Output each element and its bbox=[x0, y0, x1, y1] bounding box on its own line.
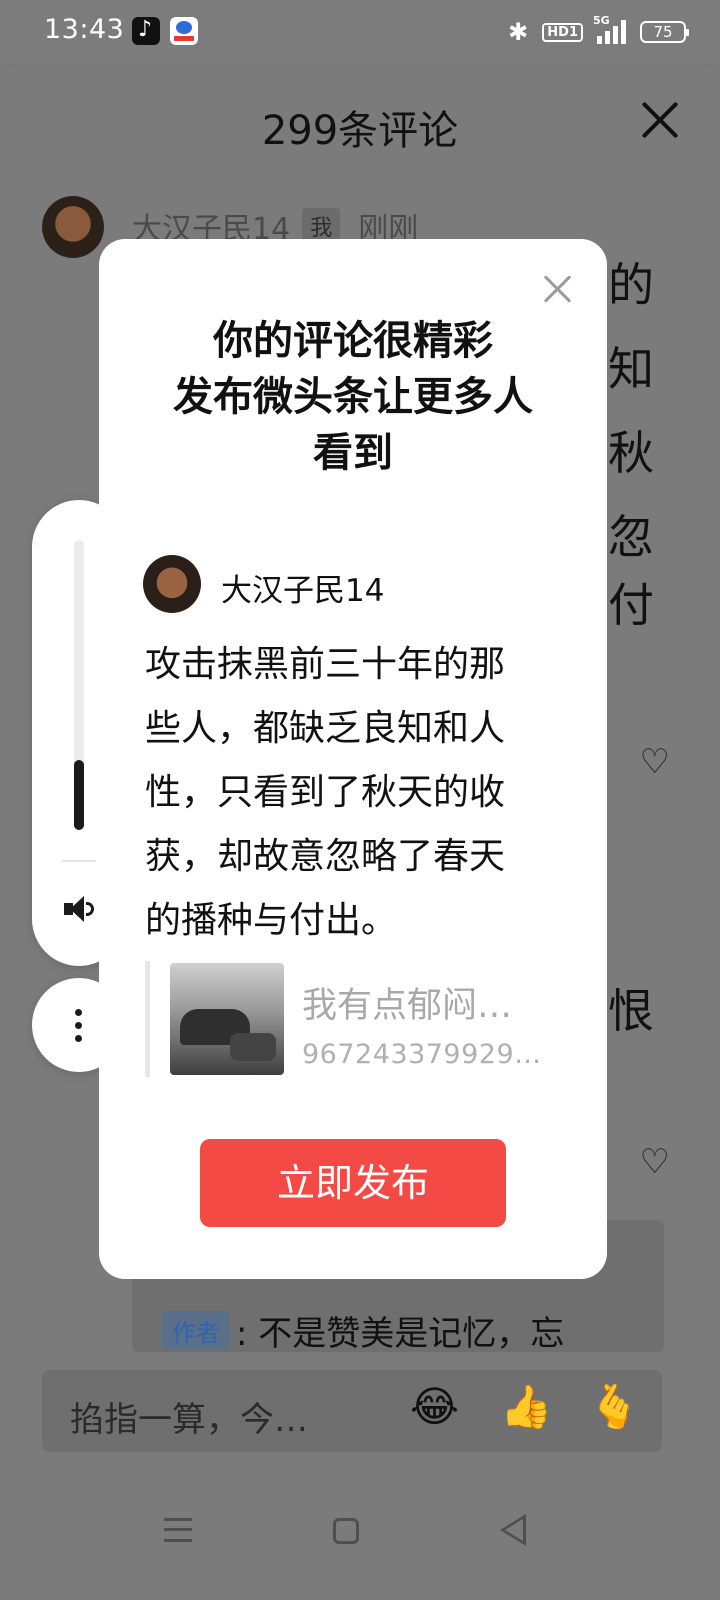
close-icon[interactable] bbox=[543, 275, 571, 303]
article-id: 967243379929… bbox=[302, 1039, 542, 1070]
broken-heart-icon[interactable]: ♡ bbox=[640, 742, 670, 782]
bluetooth-icon: ✱ bbox=[508, 18, 529, 46]
publish-modal: 你的评论很精彩 发布微头条让更多人 看到 大汉子民14 攻击抹黑前三十年的那 些… bbox=[99, 239, 607, 1279]
status-bar: 13:43 ✱ HD1 5G 75 bbox=[0, 0, 720, 64]
author-name: 大汉子民14 bbox=[221, 573, 385, 609]
comment-text-fragment: 的 bbox=[608, 258, 654, 312]
comment-text-fragment: 忽 bbox=[608, 510, 654, 564]
divider bbox=[62, 860, 96, 862]
laugh-emoji-icon[interactable]: 😂 bbox=[410, 1382, 459, 1431]
comment-body: 攻击抹黑前三十年的那 些人，都缺乏良知和人 性，只看到了秋天的收 获，却故意忽略… bbox=[145, 644, 506, 941]
comment-text-fragment: 付 bbox=[608, 578, 654, 632]
author-badge: 作者 bbox=[162, 1311, 230, 1350]
comment-text-fragment: 秋 bbox=[608, 426, 654, 480]
volume-level bbox=[74, 760, 84, 830]
battery-icon: 75 bbox=[640, 21, 689, 43]
signal-icon: 5G bbox=[593, 14, 626, 44]
menu-icon[interactable] bbox=[164, 1518, 192, 1542]
speaker-icon[interactable] bbox=[64, 894, 96, 924]
avatar[interactable] bbox=[42, 196, 104, 258]
close-icon[interactable] bbox=[640, 100, 680, 140]
publish-button[interactable]: 立即发布 bbox=[200, 1139, 506, 1227]
back-icon[interactable] bbox=[500, 1514, 526, 1546]
home-icon[interactable] bbox=[333, 1518, 359, 1544]
quoted-article-card[interactable]: 我有点郁闷… 967243379929… bbox=[145, 961, 565, 1077]
avatar bbox=[143, 555, 201, 613]
comment-input-text[interactable]: 掐指一算，今… bbox=[70, 1392, 308, 1441]
reply-text: : 不是赞美是记忆，忘 bbox=[236, 1314, 565, 1354]
baidu-icon bbox=[170, 17, 198, 45]
sheet-title: 299条评论 bbox=[261, 108, 459, 154]
thumbs-up-emoji-icon[interactable]: 👍 bbox=[500, 1382, 552, 1432]
status-time: 13:43 bbox=[44, 14, 125, 45]
article-thumbnail bbox=[170, 963, 284, 1075]
tiktok-icon bbox=[132, 17, 160, 45]
article-title: 我有点郁闷… bbox=[302, 986, 513, 1026]
modal-title: 你的评论很精彩 发布微头条让更多人 看到 bbox=[173, 318, 533, 476]
hd-icon: HD1 bbox=[542, 22, 583, 42]
comment-text-fragment: 知 bbox=[608, 342, 654, 396]
broken-heart-icon[interactable]: ♡ bbox=[640, 1142, 670, 1182]
comment-text-fragment: 恨 bbox=[608, 984, 654, 1038]
reply-line: 作者 : 不是赞美是记忆，忘 bbox=[162, 1306, 564, 1355]
status-icons: ✱ HD1 5G 75 bbox=[508, 14, 689, 50]
heart-hand-emoji-icon[interactable]: 🫰 bbox=[588, 1382, 640, 1432]
navigation-bar bbox=[0, 1460, 720, 1600]
